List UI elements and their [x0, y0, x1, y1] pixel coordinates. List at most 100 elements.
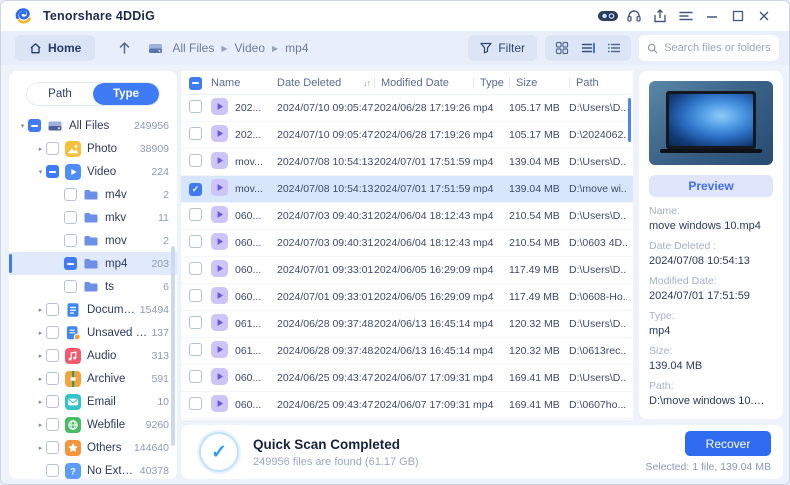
- table-row[interactable]: mov...2024/07/08 10:54:132024/07/01 17:5…: [181, 176, 633, 203]
- sidebar-item-archive[interactable]: ▸Archive591: [9, 367, 177, 390]
- header-size[interactable]: Size: [509, 77, 569, 89]
- search-box[interactable]: [639, 35, 779, 61]
- sidebar-item-others[interactable]: ▸Others144640: [9, 436, 177, 459]
- row-checkbox[interactable]: [189, 316, 202, 329]
- checkbox[interactable]: [46, 142, 59, 155]
- row-checkbox[interactable]: [189, 100, 202, 113]
- checkbox[interactable]: [46, 395, 59, 408]
- checkbox[interactable]: [64, 234, 77, 247]
- row-checkbox[interactable]: [189, 343, 202, 356]
- table-row[interactable]: 060...2024/07/03 09:40:312024/06/04 18:1…: [181, 230, 633, 257]
- expand-caret-icon[interactable]: ▾: [17, 122, 28, 130]
- expand-caret-icon[interactable]: ▸: [35, 444, 46, 452]
- search-input[interactable]: [664, 42, 771, 54]
- sidebar-item-m4v[interactable]: m4v2: [9, 183, 177, 206]
- sort-icon[interactable]: ↓↑: [363, 78, 374, 88]
- table-row[interactable]: 202...2024/07/10 09:05:472024/06/28 17:1…: [181, 122, 633, 149]
- expand-caret-icon[interactable]: ▸: [35, 352, 46, 360]
- table-row[interactable]: 060...2024/06/25 09:43:472024/06/07 17:0…: [181, 365, 633, 392]
- sidebar-item-no-extension[interactable]: ?No Extension40378: [9, 459, 177, 479]
- checkbox[interactable]: [46, 349, 59, 362]
- expand-caret-icon[interactable]: ▸: [35, 306, 46, 314]
- sidebar-scrollbar[interactable]: [171, 246, 175, 446]
- table-row[interactable]: 060...2024/07/01 09:33:012024/06/05 16:2…: [181, 257, 633, 284]
- detail-list-view-icon[interactable]: [577, 38, 599, 58]
- breadcrumb-all-files[interactable]: All Files: [172, 41, 214, 55]
- table-scrollbar[interactable]: [628, 98, 631, 142]
- tab-type[interactable]: Type: [93, 83, 159, 105]
- checkbox[interactable]: [46, 372, 59, 385]
- checkbox[interactable]: [64, 188, 77, 201]
- checkbox[interactable]: [46, 418, 59, 431]
- row-checkbox[interactable]: [189, 183, 202, 196]
- recover-button[interactable]: Recover: [685, 431, 771, 456]
- menu-icon[interactable]: [673, 5, 699, 27]
- theme-toggle-icon[interactable]: [595, 5, 621, 27]
- expand-caret-icon[interactable]: ▸: [35, 145, 46, 153]
- sidebar-item-mkv[interactable]: mkv11: [9, 206, 177, 229]
- checkbox[interactable]: [64, 211, 77, 224]
- compact-list-view-icon[interactable]: [603, 38, 625, 58]
- home-button[interactable]: Home: [15, 35, 95, 61]
- sidebar-item-document[interactable]: ▸Document15494: [9, 298, 177, 321]
- sidebar-item-mp4[interactable]: mp4203: [9, 252, 177, 275]
- sidebar-item-unsaved-docu-[interactable]: ▸Unsaved Docu...137: [9, 321, 177, 344]
- sidebar-item-email[interactable]: ▸Email10: [9, 390, 177, 413]
- checkbox[interactable]: [64, 280, 77, 293]
- close-button[interactable]: [751, 5, 777, 27]
- support-headset-icon[interactable]: [621, 5, 647, 27]
- expand-caret-icon[interactable]: ▾: [35, 168, 46, 176]
- home-icon: [29, 42, 42, 55]
- table-row[interactable]: 061...2024/06/28 09:37:482024/06/13 16:4…: [181, 311, 633, 338]
- sidebar-item-audio[interactable]: ▸Audio313: [9, 344, 177, 367]
- sidebar-item-all-files[interactable]: ▾All Files249956: [9, 114, 177, 137]
- table-row[interactable]: 202...2024/07/10 09:05:472024/06/28 17:1…: [181, 95, 633, 122]
- row-checkbox[interactable]: [189, 262, 202, 275]
- cell-size: 210.54 MB: [509, 237, 569, 249]
- share-icon[interactable]: [647, 5, 673, 27]
- table-row[interactable]: mov...2024/07/08 10:54:132024/07/01 17:5…: [181, 149, 633, 176]
- row-checkbox[interactable]: [189, 370, 202, 383]
- checkbox[interactable]: [46, 303, 59, 316]
- row-checkbox[interactable]: [189, 397, 202, 410]
- tab-path[interactable]: Path: [27, 83, 93, 105]
- grid-view-icon[interactable]: [551, 38, 573, 58]
- sidebar-item-ts[interactable]: ts6: [9, 275, 177, 298]
- header-type[interactable]: Type: [473, 77, 509, 89]
- checkbox[interactable]: [46, 165, 59, 178]
- table-row[interactable]: 060...2024/06/25 09:43:472024/06/07 17:0…: [181, 392, 633, 419]
- filter-button[interactable]: Filter: [468, 35, 537, 61]
- table-row[interactable]: 060...2024/07/03 09:40:312024/06/04 18:1…: [181, 203, 633, 230]
- row-checkbox[interactable]: [189, 127, 202, 140]
- row-checkbox[interactable]: [189, 208, 202, 221]
- header-path[interactable]: Path: [569, 77, 627, 89]
- maximize-button[interactable]: [725, 5, 751, 27]
- navigate-up-button[interactable]: [113, 41, 135, 55]
- row-checkbox[interactable]: [189, 154, 202, 167]
- expand-caret-icon[interactable]: ▸: [35, 398, 46, 406]
- header-name[interactable]: Name: [211, 77, 277, 89]
- sidebar-item-photo[interactable]: ▸Photo38909: [9, 137, 177, 160]
- checkbox[interactable]: [46, 441, 59, 454]
- breadcrumb-mp4[interactable]: mp4: [285, 41, 308, 55]
- breadcrumb-video[interactable]: Video: [235, 41, 265, 55]
- checkbox[interactable]: [28, 119, 41, 132]
- select-all-checkbox[interactable]: [189, 77, 202, 90]
- row-checkbox[interactable]: [189, 235, 202, 248]
- checkbox[interactable]: [64, 257, 77, 270]
- row-checkbox[interactable]: [189, 289, 202, 302]
- table-row[interactable]: 061...2024/06/28 09:37:482024/06/13 16:4…: [181, 338, 633, 365]
- header-modified-date[interactable]: Modified Date: [374, 77, 473, 89]
- sidebar-item-webfile[interactable]: ▸Webfile9260: [9, 413, 177, 436]
- expand-caret-icon[interactable]: ▸: [35, 375, 46, 383]
- preview-button[interactable]: Preview: [649, 175, 773, 197]
- expand-caret-icon[interactable]: ▸: [35, 421, 46, 429]
- expand-caret-icon[interactable]: ▸: [35, 329, 46, 337]
- checkbox[interactable]: [46, 326, 59, 339]
- sidebar-item-mov[interactable]: mov2: [9, 229, 177, 252]
- table-row[interactable]: 060...2024/07/01 09:33:012024/06/05 16:2…: [181, 284, 633, 311]
- sidebar-item-video[interactable]: ▾Video224: [9, 160, 177, 183]
- minimize-button[interactable]: [699, 5, 725, 27]
- header-date-deleted[interactable]: Date Deleted↓↑: [277, 77, 374, 89]
- checkbox[interactable]: [46, 464, 59, 477]
